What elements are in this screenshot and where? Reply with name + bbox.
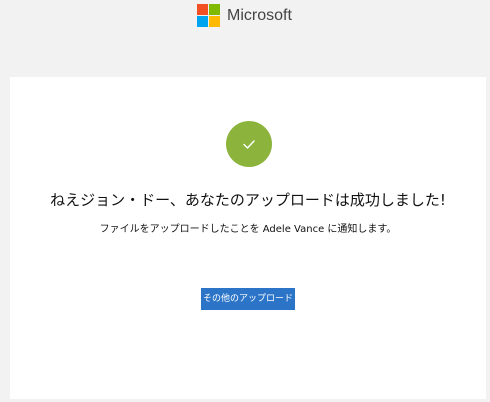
header: Microsoft [0, 0, 490, 56]
other-uploads-button[interactable]: その他のアップロード [201, 288, 295, 310]
brand-name: Microsoft [227, 7, 292, 24]
notification-message: ファイルをアップロードしたことを Adele Vance に通知します。 [99, 224, 397, 235]
microsoft-logo-icon [197, 4, 220, 27]
logo-square-yellow [209, 16, 220, 27]
logo-square-green [209, 4, 220, 15]
success-checkmark-icon [226, 121, 272, 167]
success-title: ねえジョン・ドー、あなたのアップロードは成功しました! [50, 191, 446, 209]
logo-square-red [197, 4, 208, 15]
logo-square-blue [197, 16, 208, 27]
checkmark-icon [243, 140, 255, 149]
success-card: ねえジョン・ドー、あなたのアップロードは成功しました! ファイルをアップロードし… [10, 77, 486, 399]
